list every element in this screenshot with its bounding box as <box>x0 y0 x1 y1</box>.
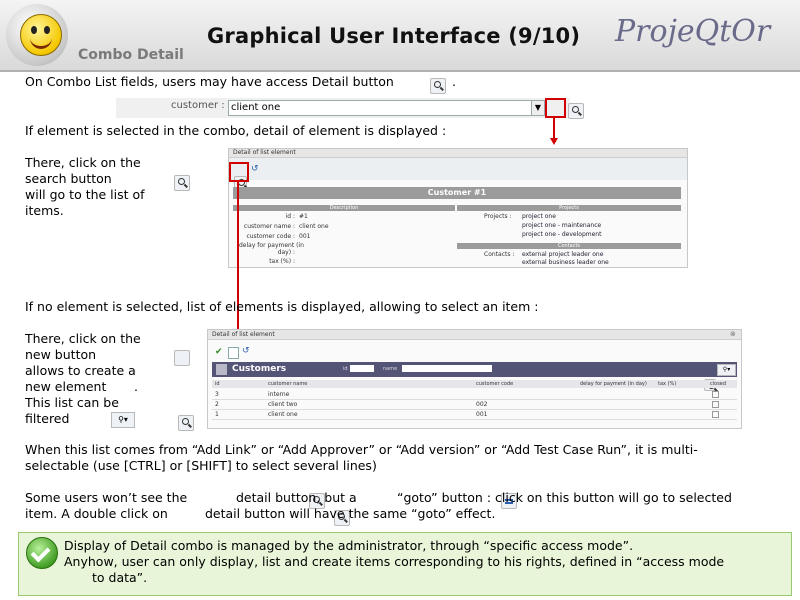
closed-checkbox <box>712 401 719 408</box>
detail-screen: Detail of list element ↺ Customer #1 Des… <box>228 148 688 268</box>
field-label: day) : <box>277 249 295 256</box>
note-line: Anyhow, user can only display, list and … <box>64 554 725 569</box>
instruction-line: new element <box>25 379 107 394</box>
detail-window-title: Detail of list element <box>229 149 687 158</box>
field-value: client one <box>299 223 329 230</box>
contacts-label: Contacts : <box>484 251 515 258</box>
filter-name-label: name <box>383 366 398 372</box>
contact-link[interactable]: external project leader one <box>522 251 603 258</box>
arrow-head <box>550 138 558 145</box>
note-line: to data”. <box>92 570 148 585</box>
detail-explain-text: If element is selected in the combo, det… <box>25 123 447 138</box>
filter-id-label: id <box>343 366 348 372</box>
closed-checkbox <box>712 391 719 398</box>
refresh-icon[interactable]: ↺ <box>251 164 259 174</box>
table-row[interactable]: 3 interne <box>212 390 737 400</box>
multiselect-text: selectable (use [CTRL] or [SHIFT] to sel… <box>25 458 377 473</box>
search-icon <box>430 77 446 94</box>
customer-combo[interactable]: client one <box>228 100 532 116</box>
field-label: id : <box>285 213 295 220</box>
column-header[interactable]: id <box>215 381 220 387</box>
column-header[interactable]: customer code <box>476 381 513 387</box>
instruction-line: filtered <box>25 411 70 426</box>
record-banner: Customer #1 <box>233 187 681 199</box>
goto-text: detail button will have the same “goto” … <box>205 506 496 521</box>
column-header[interactable]: customer name <box>268 381 307 387</box>
filter-name-input[interactable] <box>402 365 492 372</box>
new-button[interactable] <box>228 347 239 359</box>
instruction-line: allows to create a <box>25 363 136 378</box>
goto-text: detail button, but a <box>236 490 357 505</box>
note-line: Display of Detail combo is managed by th… <box>64 538 634 553</box>
section-title: Combo Detail <box>78 47 184 63</box>
closed-checkbox <box>712 411 719 418</box>
instruction-line: new button <box>25 347 97 362</box>
field-label: tax (%) : <box>269 258 295 265</box>
search-icon <box>178 414 195 431</box>
column-header[interactable]: delay for payment (in day) <box>580 381 647 387</box>
customers-icon <box>216 364 227 375</box>
list-title: Customers <box>232 364 287 374</box>
customer-label: customer : <box>171 100 225 111</box>
field-label: delay for payment (in <box>239 242 304 249</box>
search-icon <box>174 174 191 191</box>
instruction-line: items. <box>25 203 64 218</box>
column-header[interactable]: tax (%) <box>658 381 676 387</box>
instruction-line: There, click on the <box>25 331 141 346</box>
section-contacts: Contacts <box>457 243 681 249</box>
refresh-icon[interactable]: ↺ <box>242 346 250 356</box>
detail-search-button[interactable] <box>568 102 585 119</box>
list-explain-text: If no element is selected, list of eleme… <box>25 299 539 314</box>
filter-icon: ⚲▾ <box>111 412 135 428</box>
contact-link[interactable]: external business leader one <box>522 259 609 266</box>
table-row[interactable]: 2 client two 002 <box>212 400 737 410</box>
filter-id-input[interactable] <box>350 365 374 372</box>
multiselect-text: When this list comes from “Add Link” or … <box>25 442 698 457</box>
instruction-line: There, click on the <box>25 155 141 170</box>
close-icon[interactable]: ⊗ <box>730 330 736 338</box>
goto-text: “goto” button : click on this button wil… <box>397 490 732 505</box>
toolbar <box>229 158 687 180</box>
instruction-line: will go to the list of <box>25 187 145 202</box>
chevron-down-icon[interactable]: ▼ <box>531 100 545 116</box>
field-label: customer name : <box>243 223 295 230</box>
list-window-title: Detail of list element <box>208 330 741 340</box>
intro-text: On Combo List fields, users may have acc… <box>25 74 394 89</box>
goto-text: Some users won’t see the <box>25 490 188 505</box>
select-check-icon[interactable]: ✔ <box>215 347 223 357</box>
search-button-highlight <box>229 162 249 182</box>
project-link[interactable]: project one <box>522 213 556 220</box>
check-icon <box>26 537 58 569</box>
table-row[interactable]: 1 client one 001 <box>212 410 737 420</box>
section-description: Description <box>233 205 455 211</box>
field-value: #1 <box>299 213 308 220</box>
goto-text: item. A double click on <box>25 506 168 521</box>
filter-button[interactable]: ⚲▾ <box>717 364 736 376</box>
instruction-line: search button <box>25 171 112 186</box>
project-link[interactable]: project one - maintenance <box>522 222 601 229</box>
smiley-icon <box>20 14 62 56</box>
instruction-line: This list can be <box>25 395 119 410</box>
page-title: Graphical User Interface (9/10) <box>207 24 581 48</box>
field-value: 001 <box>299 233 311 240</box>
detail-button-highlight <box>545 98 566 118</box>
brand-logo-text: ProjeQtOr <box>615 14 771 49</box>
project-link[interactable]: project one - development <box>522 231 601 238</box>
list-screen: Detail of list element ⊗ ✔ ↺ Customers i… <box>207 329 742 429</box>
arrow-line <box>553 118 555 140</box>
column-header[interactable]: closed <box>710 381 726 387</box>
section-projects: Projects <box>457 205 681 211</box>
field-label: customer code : <box>246 233 295 240</box>
new-document-icon <box>174 349 191 366</box>
projects-label: Projects : <box>484 213 512 220</box>
